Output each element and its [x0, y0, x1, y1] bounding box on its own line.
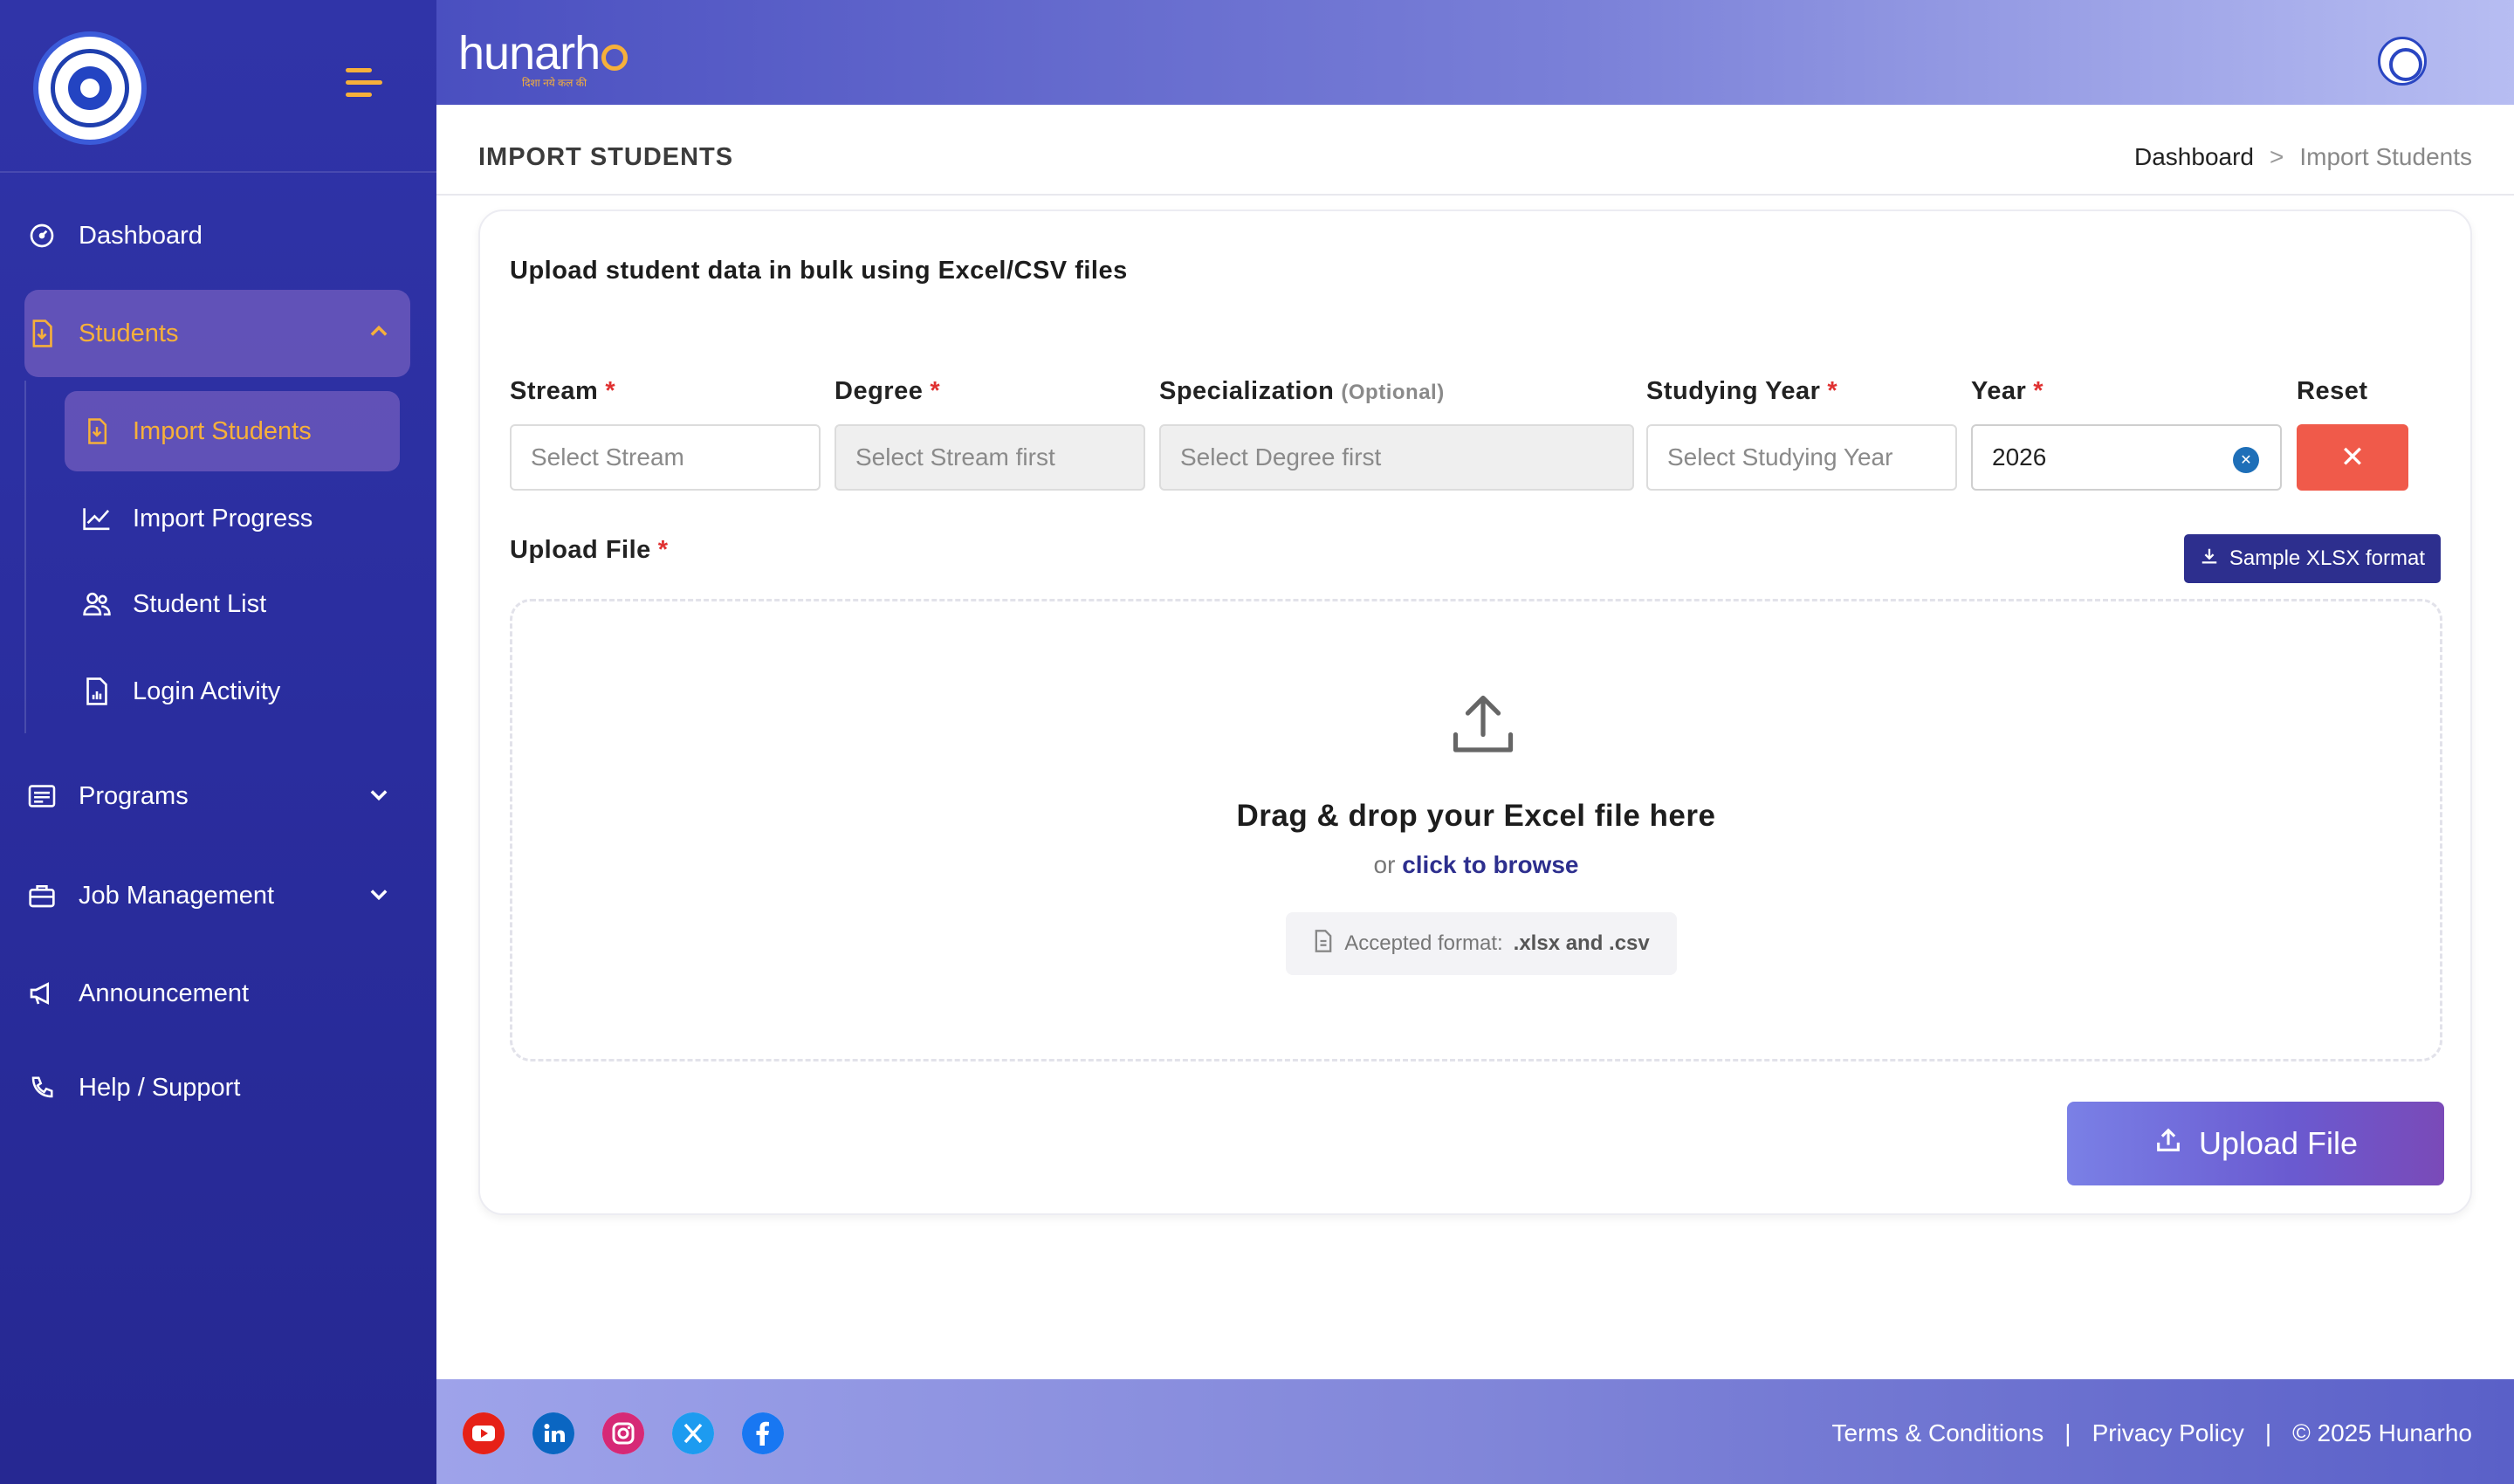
close-icon: ✕	[2339, 441, 2366, 474]
sidebar-item-label: Students	[79, 319, 179, 347]
degree-label: Degree *	[835, 377, 941, 405]
chevron-down-icon	[367, 882, 391, 913]
studying-year-label: Studying Year *	[1646, 377, 1838, 405]
privacy-link[interactable]: Privacy Policy	[2092, 1419, 2244, 1447]
target-arrow-icon	[601, 45, 628, 71]
chevron-up-icon	[367, 319, 391, 351]
breadcrumb: Dashboard > Import Students	[2134, 143, 2472, 171]
terms-link[interactable]: Terms & Conditions	[1832, 1419, 2044, 1447]
briefcase-icon	[24, 878, 59, 913]
sidebar-item-dashboard[interactable]: Dashboard	[24, 201, 410, 271]
users-icon	[80, 587, 113, 621]
sidebar-item-import-students[interactable]: Import Students	[65, 391, 400, 471]
sidebar-item-import-progress[interactable]: Import Progress	[65, 478, 400, 559]
clear-selection-icon[interactable]: ✕	[2233, 447, 2259, 473]
megaphone-icon	[24, 976, 59, 1011]
chevron-down-icon	[367, 782, 391, 814]
institution-logo	[33, 31, 147, 145]
specialization-select[interactable]: Select Degree first	[1159, 424, 1634, 491]
upload-icon	[2153, 1125, 2183, 1163]
sidebar-item-job-management[interactable]: Job Management	[24, 861, 410, 931]
stream-select[interactable]: Select Stream	[510, 424, 821, 491]
brand-tagline: दिशा नये कल की	[522, 77, 587, 89]
brand-logo[interactable]: hunarh	[458, 26, 628, 80]
line-chart-icon	[80, 502, 113, 535]
card-heading: Upload student data in bulk using Excel/…	[510, 257, 1128, 285]
sidebar-item-label: Announcement	[79, 979, 250, 1007]
specialization-label: Specialization (Optional)	[1159, 377, 1445, 405]
sample-xlsx-button[interactable]: Sample XLSX format	[2183, 534, 2441, 583]
top-header: hunarh दिशा नये कल की	[436, 0, 2514, 105]
dropzone-subtitle: or click to browse	[1373, 851, 1579, 878]
page-title: IMPORT STUDENTS	[478, 143, 734, 171]
required-mark: *	[1827, 377, 1838, 405]
list-card-icon	[24, 779, 59, 814]
year-select[interactable]: 2026 ✕	[1971, 424, 2282, 491]
download-icon	[2200, 546, 2219, 572]
file-icon	[1313, 929, 1334, 959]
sidebar-item-label: Programs	[79, 781, 189, 810]
sidebar-item-label: Import Students	[133, 416, 312, 445]
sidebar-item-label: Dashboard	[79, 221, 203, 250]
dashboard-gauge-icon	[24, 218, 59, 253]
breadcrumb-current: Import Students	[2299, 143, 2472, 170]
menu-toggle-icon[interactable]	[346, 68, 386, 103]
submenu-guide-line	[24, 381, 26, 733]
sidebar-item-student-list[interactable]: Student List	[65, 564, 400, 644]
sidebar-item-programs[interactable]: Programs	[24, 761, 410, 831]
copyright-text: © 2025 Hunarho	[2292, 1419, 2472, 1446]
sidebar-item-label: Import Progress	[133, 504, 313, 532]
sidebar-item-announcement[interactable]: Announcement	[24, 958, 410, 1028]
sidebar-item-students[interactable]: Students	[24, 290, 410, 377]
studying-year-select[interactable]: Select Studying Year	[1646, 424, 1957, 491]
file-import-icon	[80, 415, 113, 448]
youtube-icon[interactable]	[463, 1412, 505, 1454]
browse-link[interactable]: click to browse	[1402, 851, 1578, 878]
x-twitter-icon[interactable]	[672, 1412, 714, 1454]
degree-select[interactable]: Select Stream first	[835, 424, 1145, 491]
sidebar-item-label: Help / Support	[79, 1073, 241, 1102]
footer-links: Terms & Conditions | Privacy Policy | © …	[1832, 1419, 2472, 1447]
file-dropzone[interactable]: Drag & drop your Excel file here or clic…	[510, 599, 2442, 1061]
sidebar-item-label: Login Activity	[133, 677, 281, 705]
optional-mark: (Optional)	[1341, 381, 1445, 404]
import-card: Upload student data in bulk using Excel/…	[478, 210, 2472, 1215]
required-mark: *	[930, 377, 941, 405]
report-file-icon	[80, 675, 113, 708]
footer-separator: |	[2264, 1419, 2272, 1446]
linkedin-icon[interactable]	[532, 1412, 574, 1454]
file-import-icon	[24, 316, 59, 351]
footer-separator: |	[2064, 1419, 2071, 1446]
phone-icon	[24, 1070, 59, 1105]
sidebar-item-label: Job Management	[79, 881, 275, 910]
footer: Terms & Conditions | Privacy Policy | © …	[436, 1379, 2514, 1484]
reset-button[interactable]: ✕	[2297, 424, 2408, 491]
upload-file-button[interactable]: Upload File	[2067, 1102, 2444, 1185]
sidebar-item-label: Student List	[133, 589, 267, 618]
accepted-format-note: Accepted format: .xlsx and .csv	[1286, 912, 1677, 975]
profile-avatar[interactable]	[2378, 37, 2427, 86]
sidebar-item-help-support[interactable]: Help / Support	[24, 1053, 410, 1123]
facebook-icon[interactable]	[742, 1412, 784, 1454]
year-label: Year *	[1971, 377, 2044, 405]
reset-label: Reset	[2297, 377, 2368, 405]
instagram-icon[interactable]	[602, 1412, 644, 1454]
social-links	[463, 1412, 784, 1454]
dropzone-title: Drag & drop your Excel file here	[1236, 799, 1716, 833]
stream-label: Stream *	[510, 377, 616, 405]
required-mark: *	[605, 377, 616, 405]
upload-tray-icon	[1446, 689, 1520, 762]
sidebar-item-login-activity[interactable]: Login Activity	[65, 651, 400, 732]
upload-file-label: Upload File *	[510, 536, 669, 564]
breadcrumb-home-link[interactable]: Dashboard	[2134, 143, 2254, 171]
page-title-bar: IMPORT STUDENTS Dashboard > Import Stude…	[436, 105, 2514, 196]
sidebar-logo-area	[0, 0, 436, 173]
required-mark: *	[657, 536, 669, 564]
breadcrumb-separator: >	[2269, 143, 2284, 170]
sidebar: Dashboard Students Import Students Impor…	[0, 0, 436, 1484]
required-mark: *	[2033, 377, 2044, 405]
